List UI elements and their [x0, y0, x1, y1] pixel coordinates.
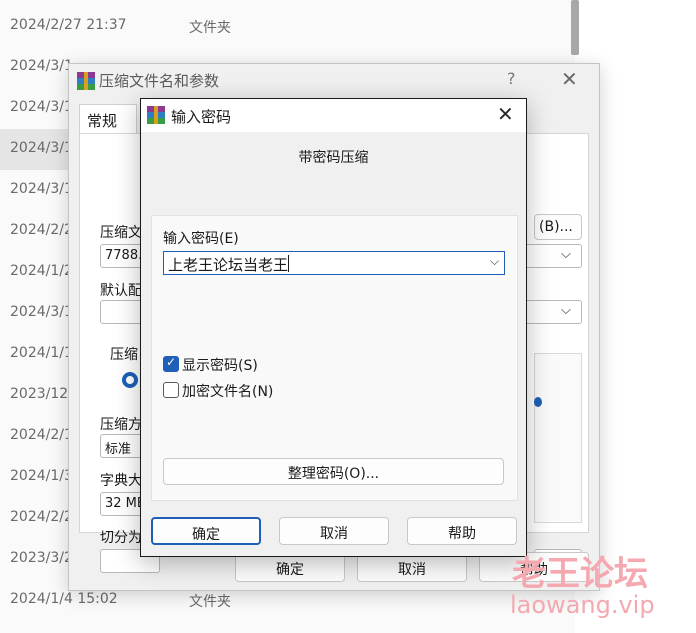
watermark-title: 老王论坛 [512, 554, 648, 594]
chevron-down-icon[interactable]: ⌵ [490, 254, 499, 269]
archive-options-box [534, 353, 582, 523]
file-type: 文件夹 [189, 20, 231, 36]
file-date: 2024/3/1 [10, 58, 73, 74]
password-titlebar: 输入密码 ✕ [141, 99, 526, 132]
watermark-url: laowang.vip [510, 591, 655, 619]
file-date: 2024/3/1 [10, 140, 73, 156]
organize-passwords-label: 整理密码(O)... [287, 466, 380, 482]
format-rar-radio[interactable] [122, 372, 138, 388]
organize-passwords-button[interactable]: 整理密码(O)... [163, 458, 504, 485]
chevron-down-icon[interactable]: ⌵ [561, 303, 571, 318]
password-help-label: 帮助 [448, 526, 476, 542]
password-dialog: 输入密码 ✕ 带密码压缩 输入密码(E) 上老王论坛当老王 ⌵ ✓ 显示密码(S… [140, 98, 527, 557]
file-date: 2023/3/2 [10, 550, 73, 566]
password-dialog-title: 输入密码 [171, 108, 232, 126]
help-icon[interactable]: ? [507, 69, 516, 88]
encrypt-filenames-checkbox[interactable] [163, 382, 179, 398]
file-date: 2024/2/2 [10, 509, 73, 525]
file-type: 文件夹 [189, 594, 231, 610]
file-date: 2024/3/1 [10, 304, 73, 320]
file-date: 2024/2/2 [10, 222, 73, 238]
tab-general-label: 常规 [87, 112, 118, 130]
password-label: 输入密码(E) [163, 231, 239, 247]
password-cancel-button[interactable]: 取消 [279, 517, 389, 545]
show-password-label[interactable]: 显示密码(S) [182, 355, 258, 375]
archive-dialog-title: 压缩文件名和参数 [99, 72, 220, 90]
file-date: 2024/2/1 [10, 427, 73, 443]
file-date: 2024/1/2 [10, 263, 73, 279]
default-profile-label: 默认配 [100, 283, 142, 299]
file-list-scrollbar[interactable] [571, 0, 579, 55]
compression-method-value: 标准 [105, 442, 132, 457]
browse-button[interactable]: (B)... [534, 214, 582, 240]
file-date: 2024/1/1 [10, 345, 73, 361]
file-date: 2023/12 [10, 386, 69, 402]
file-date: 2024/1/3 [10, 468, 73, 484]
password-help-button[interactable]: 帮助 [407, 517, 517, 545]
archive-name-label: 压缩文 [100, 225, 142, 241]
file-row[interactable]: 2024/2/27 21:37 文件夹 [0, 6, 575, 47]
archive-format-label: 压缩 [110, 347, 138, 363]
dictionary-size-label: 字典大 [100, 473, 142, 489]
tab-general[interactable]: 常规 [79, 104, 137, 134]
close-icon[interactable]: ✕ [497, 102, 514, 126]
file-date: 2024/3/1 [10, 181, 73, 197]
show-password-checkbox[interactable]: ✓ [163, 355, 179, 372]
archive-ok-label: 确定 [276, 562, 304, 578]
archive-cancel-label: 取消 [398, 562, 426, 578]
split-volumes-label: 切分为 [100, 530, 142, 546]
archive-options-indicator [534, 397, 542, 407]
file-date: 2024/2/27 21:37 [10, 17, 127, 33]
archive-titlebar: 压缩文件名和参数 ? ✕ [69, 64, 599, 98]
file-date: 2024/1/4 15:02 [10, 591, 118, 607]
password-cancel-label: 取消 [320, 526, 348, 542]
checkmark-icon: ✓ [166, 355, 177, 369]
password-input[interactable]: 上老王论坛当老王 ⌵ [163, 251, 505, 275]
winrar-icon [77, 72, 95, 90]
close-icon[interactable]: ✕ [561, 67, 578, 91]
file-date: 2024/3/1 [10, 99, 73, 115]
browse-button-label: (B)... [539, 219, 573, 235]
encrypt-filenames-label[interactable]: 加密文件名(N) [182, 381, 273, 401]
password-ok-button[interactable]: 确定 [151, 517, 261, 545]
text-caret [288, 255, 289, 272]
winrar-icon [147, 106, 165, 124]
password-heading: 带密码压缩 [298, 150, 369, 166]
password-ok-label: 确定 [192, 527, 220, 543]
chevron-down-icon[interactable]: ⌵ [561, 247, 571, 262]
password-input-value: 上老王论坛当老王 [168, 256, 289, 274]
compression-method-label: 压缩方 [100, 417, 142, 433]
